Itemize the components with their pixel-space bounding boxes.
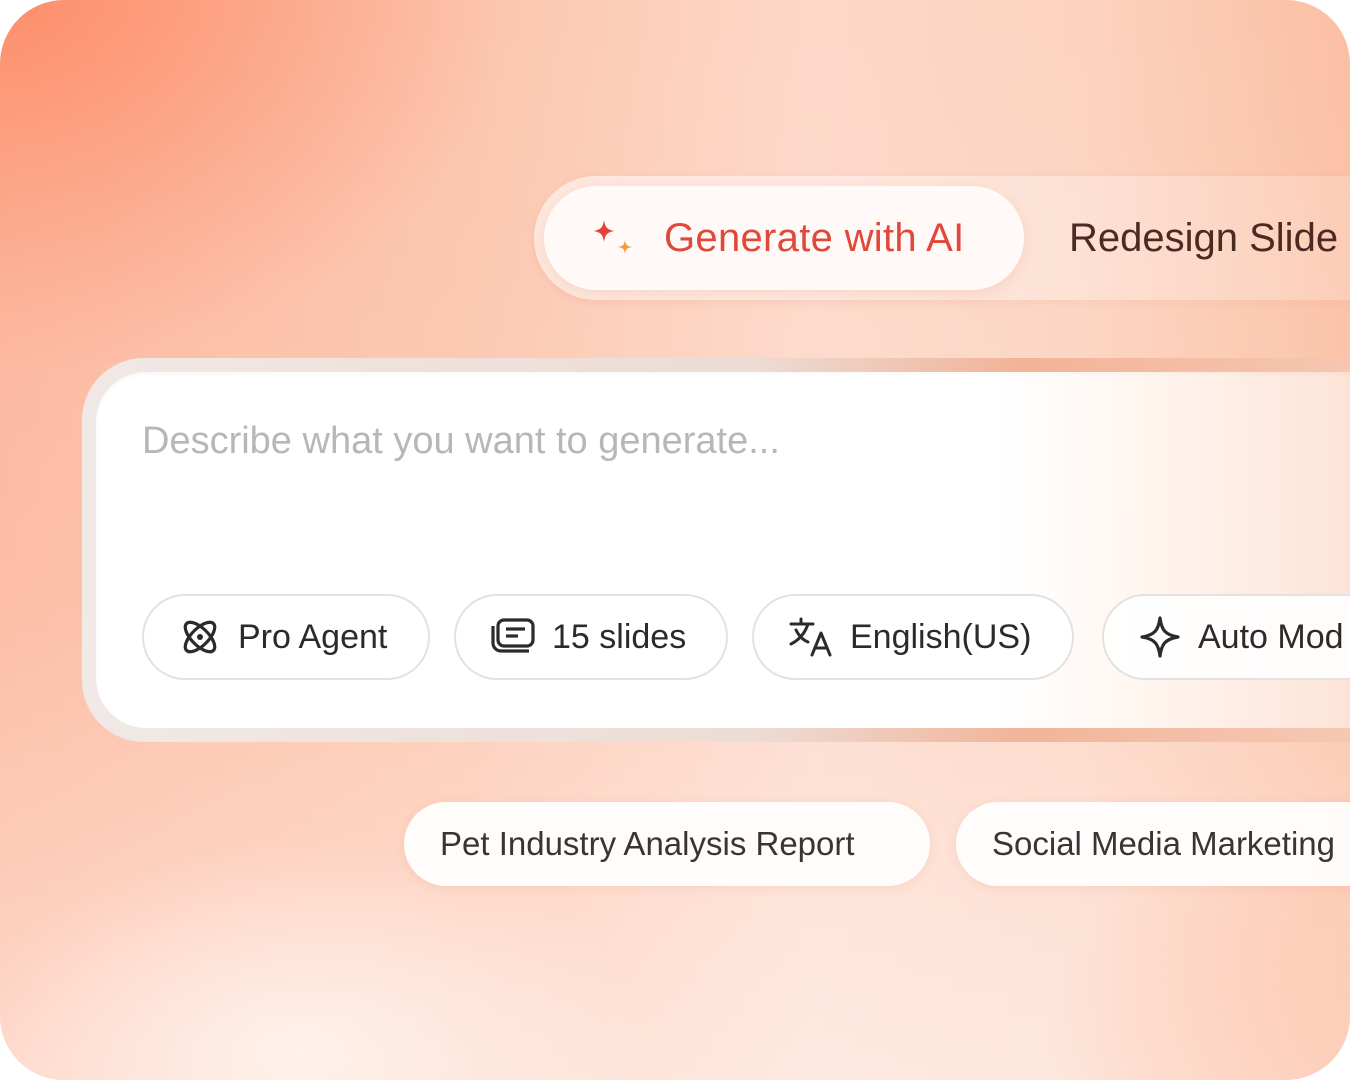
mode-switch: Generate with AI Redesign Slide — [534, 176, 1350, 300]
translate-icon — [789, 617, 832, 657]
slides-stack-icon — [491, 618, 535, 653]
prompt-placeholder: Describe what you want to generate... — [142, 420, 780, 462]
app-canvas: Generate with AI Redesign Slide Describe… — [0, 0, 1350, 1080]
suggestion-pill[interactable]: Pet Industry Analysis Report — [404, 802, 930, 886]
suggestion-label: Social Media Marketing — [992, 825, 1335, 862]
tab-generate-with-ai-label: Generate with AI — [664, 216, 965, 260]
atom-icon — [183, 620, 217, 654]
language-button[interactable]: English(US) — [752, 594, 1074, 680]
auto-mode-button[interactable]: Auto Mod — [1102, 594, 1350, 680]
sparkle-icon — [594, 220, 632, 254]
pro-agent-label: Pro Agent — [238, 617, 388, 656]
slide-count-button[interactable]: 15 slides — [454, 594, 728, 680]
language-label: English(US) — [850, 617, 1032, 656]
slide-count-label: 15 slides — [552, 617, 687, 656]
tab-generate-with-ai[interactable]: Generate with AI — [544, 186, 1024, 290]
tab-redesign-slide-label: Redesign Slide — [1069, 216, 1339, 260]
suggestion-pill[interactable]: Social Media Marketing — [956, 802, 1350, 886]
pro-agent-button[interactable]: Pro Agent — [142, 594, 430, 680]
tab-redesign-slide[interactable]: Redesign Slide — [1069, 186, 1338, 290]
auto-mode-label: Auto Mod — [1198, 617, 1344, 656]
suggestion-label: Pet Industry Analysis Report — [440, 825, 855, 862]
sparkle-outline-icon — [1140, 616, 1180, 658]
